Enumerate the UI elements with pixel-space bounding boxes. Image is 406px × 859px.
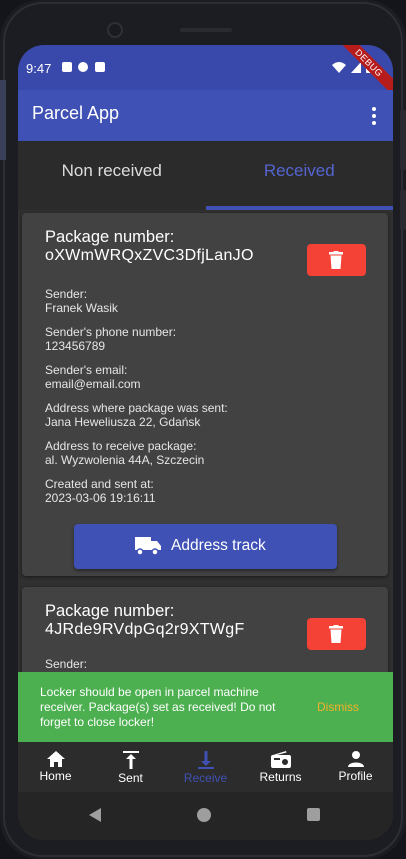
sent-address-value: Jana Heweliusza 22, Gdańsk — [45, 415, 201, 429]
recent-apps-icon[interactable] — [307, 808, 320, 821]
package-number: oXWmWRQxZVC3DfjLanJO — [45, 247, 254, 264]
package-number: 4JRde9RVdpGq2r9XTWgF — [45, 621, 245, 638]
receive-address-value: al. Wyzwolenia 44A, Szczecin — [45, 453, 205, 467]
app-bar: Parcel App — [18, 90, 393, 141]
sent-address-label: Address where package was sent: — [45, 401, 228, 415]
package-card: Package number: oXWmWRQxZVC3DfjLanJO Sen… — [22, 213, 388, 576]
trash-icon — [329, 251, 343, 269]
nav-returns-label: Returns — [259, 770, 302, 784]
created-at-value: 2023-03-06 19:16:11 — [45, 491, 156, 505]
sd-card-icon — [95, 62, 105, 72]
trash-icon — [329, 625, 343, 643]
address-track-button[interactable]: Address track — [74, 524, 337, 569]
home-icon — [46, 751, 65, 767]
email-value: email@email.com — [45, 377, 141, 391]
window-edge — [0, 80, 6, 160]
upload-icon — [122, 751, 139, 769]
phone-value: 123456789 — [45, 339, 106, 353]
system-navigation — [18, 792, 393, 840]
nav-receive-label: Receive — [183, 771, 228, 785]
delete-package-button[interactable] — [307, 244, 366, 276]
download-icon — [197, 751, 214, 769]
dismiss-button[interactable]: Dismiss — [317, 700, 359, 714]
email-label: Sender's email: — [45, 363, 128, 377]
phone-label: Sender's phone number: — [45, 325, 177, 339]
package-number-label: Package number: — [45, 602, 175, 620]
notification-p-icon — [78, 62, 88, 72]
nav-receive[interactable]: Receive — [168, 742, 243, 792]
status-time: 9:47 — [26, 61, 52, 76]
nav-sent[interactable]: Sent — [93, 742, 168, 792]
nav-home[interactable]: Home — [18, 742, 93, 792]
back-icon[interactable] — [89, 808, 101, 822]
bottom-navigation: Home Sent Receive Returns Profile — [18, 742, 393, 792]
package-number-label: Package number: — [45, 228, 175, 246]
front-camera — [107, 22, 123, 38]
app-title: Parcel App — [32, 103, 120, 123]
notification-a-icon — [62, 62, 72, 72]
address-track-label: Address track — [171, 537, 266, 554]
sender-label: Sender: — [45, 657, 88, 671]
tab-received[interactable]: Received — [205, 141, 394, 210]
volume-button — [400, 110, 406, 170]
tab-bar: Non received Received — [18, 141, 393, 210]
phone-frame: 9:47 DEBUG Parcel App Non received Recei… — [0, 0, 406, 859]
power-button — [400, 190, 406, 230]
snackbar: Locker should be open in parcel machine … — [18, 672, 393, 742]
delete-package-button[interactable] — [307, 618, 366, 650]
sender-value: Franek Wasik — [45, 301, 118, 315]
nav-profile-label: Profile — [338, 769, 373, 783]
device-screen: 9:47 DEBUG Parcel App Non received Recei… — [18, 45, 393, 840]
nav-returns[interactable]: Returns — [243, 742, 318, 792]
status-bar: 9:47 DEBUG — [18, 45, 393, 102]
home-circle-icon[interactable] — [197, 808, 211, 822]
snackbar-message: Locker should be open in parcel machine … — [40, 685, 276, 729]
created-at-label: Created and sent at: — [45, 477, 154, 491]
more-options-icon[interactable] — [371, 107, 377, 125]
receive-address-label: Address to receive package: — [45, 439, 197, 453]
sender-label: Sender: — [45, 287, 88, 301]
nav-sent-label: Sent — [118, 771, 143, 785]
tab-non-received[interactable]: Non received — [18, 141, 206, 210]
nav-home-label: Home — [39, 769, 72, 783]
radio-icon — [270, 751, 291, 768]
person-icon — [347, 751, 364, 767]
nav-profile[interactable]: Profile — [318, 742, 393, 792]
speaker-grille — [180, 28, 232, 32]
truck-icon — [135, 537, 161, 556]
